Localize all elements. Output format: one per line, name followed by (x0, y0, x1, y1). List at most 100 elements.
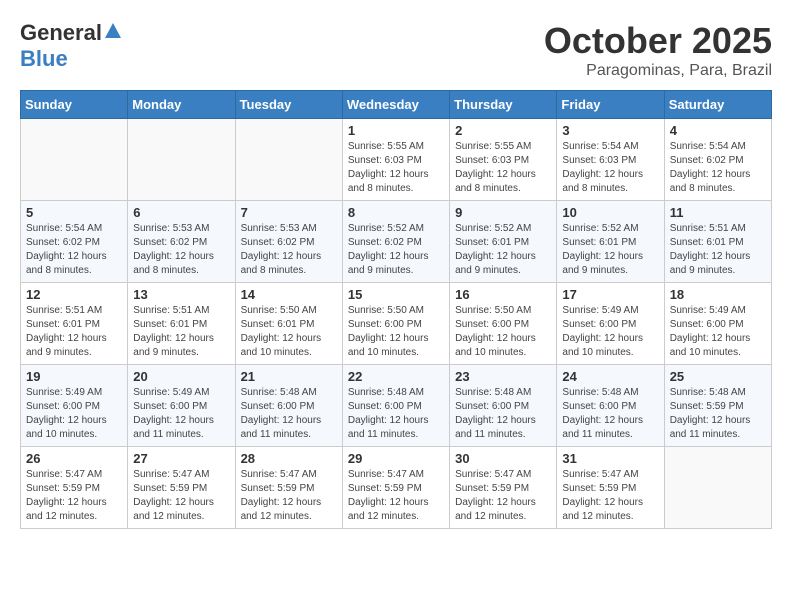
day-info: Sunrise: 5:48 AM Sunset: 6:00 PM Dayligh… (562, 386, 658, 442)
day-cell: 13 Sunrise: 5:51 AM Sunset: 6:01 PM Dayli… (128, 283, 235, 365)
day-number: 18 (670, 287, 766, 302)
day-cell: 1 Sunrise: 5:55 AM Sunset: 6:03 PM Daylig… (342, 119, 449, 201)
day-number: 27 (133, 451, 229, 466)
day-number: 5 (26, 205, 122, 220)
day-cell: 11 Sunrise: 5:51 AM Sunset: 6:01 PM Dayli… (664, 201, 771, 283)
day-info: Sunrise: 5:47 AM Sunset: 5:59 PM Dayligh… (133, 468, 229, 524)
week-row-5: 26Sunrise: 5:47 AM Sunset: 5:59 PM Dayli… (21, 447, 772, 529)
day-info: Sunrise: 5:51 AM Sunset: 6:01 PM Dayligh… (26, 304, 122, 360)
day-number: 14 (241, 287, 337, 302)
header-thursday: Thursday (450, 91, 557, 119)
day-info: Sunrise: 5:47 AM Sunset: 5:59 PM Dayligh… (562, 468, 658, 524)
week-row-1: 1 Sunrise: 5:55 AM Sunset: 6:03 PM Daylig… (21, 119, 772, 201)
day-cell: 17Sunrise: 5:49 AM Sunset: 6:00 PM Dayli… (557, 283, 664, 365)
day-cell: 5Sunrise: 5:54 AM Sunset: 6:02 PM Daylig… (21, 201, 128, 283)
day-info: Sunrise: 5:47 AM Sunset: 5:59 PM Dayligh… (241, 468, 337, 524)
day-number: 20 (133, 369, 229, 384)
day-number: 10 (562, 205, 658, 220)
day-number: 15 (348, 287, 444, 302)
day-info: Sunrise: 5:51 AM Sunset: 6:01 PM Dayligh… (133, 304, 229, 360)
day-info: Sunrise: 5:52 AM Sunset: 6:01 PM Dayligh… (455, 222, 551, 278)
day-number: 7 (241, 205, 337, 220)
day-cell (128, 119, 235, 201)
day-info: Sunrise: 5:54 AM Sunset: 6:02 PM Dayligh… (670, 140, 766, 196)
day-cell: 8 Sunrise: 5:52 AM Sunset: 6:02 PM Daylig… (342, 201, 449, 283)
logo-icon (104, 22, 122, 40)
day-info: Sunrise: 5:49 AM Sunset: 6:00 PM Dayligh… (670, 304, 766, 360)
day-info: Sunrise: 5:53 AM Sunset: 6:02 PM Dayligh… (133, 222, 229, 278)
week-row-4: 19 Sunrise: 5:49 AM Sunset: 6:00 PM Dayli… (21, 365, 772, 447)
header-tuesday: Tuesday (235, 91, 342, 119)
day-info: Sunrise: 5:52 AM Sunset: 6:01 PM Dayligh… (562, 222, 658, 278)
calendar-header-row: SundayMondayTuesdayWednesdayThursdayFrid… (21, 91, 772, 119)
day-cell (664, 447, 771, 529)
day-number: 24 (562, 369, 658, 384)
day-number: 3 (562, 123, 658, 138)
day-number: 1 (348, 123, 444, 138)
day-cell (21, 119, 128, 201)
day-cell: 27 Sunrise: 5:47 AM Sunset: 5:59 PM Dayli… (128, 447, 235, 529)
day-number: 19 (26, 369, 122, 384)
week-row-3: 12 Sunrise: 5:51 AM Sunset: 6:01 PM Dayli… (21, 283, 772, 365)
location-title: Paragominas, Para, Brazil (544, 62, 772, 80)
week-row-2: 5Sunrise: 5:54 AM Sunset: 6:02 PM Daylig… (21, 201, 772, 283)
day-cell: 29Sunrise: 5:47 AM Sunset: 5:59 PM Dayli… (342, 447, 449, 529)
day-number: 4 (670, 123, 766, 138)
day-cell: 18 Sunrise: 5:49 AM Sunset: 6:00 PM Dayli… (664, 283, 771, 365)
day-cell: 30Sunrise: 5:47 AM Sunset: 5:59 PM Dayli… (450, 447, 557, 529)
day-info: Sunrise: 5:54 AM Sunset: 6:03 PM Dayligh… (562, 140, 658, 196)
day-info: Sunrise: 5:47 AM Sunset: 5:59 PM Dayligh… (26, 468, 122, 524)
month-title: October 2025 (544, 20, 772, 62)
header-monday: Monday (128, 91, 235, 119)
day-info: Sunrise: 5:48 AM Sunset: 6:00 PM Dayligh… (241, 386, 337, 442)
logo-blue-text: Blue (20, 46, 68, 72)
day-number: 21 (241, 369, 337, 384)
day-info: Sunrise: 5:55 AM Sunset: 6:03 PM Dayligh… (348, 140, 444, 196)
day-number: 25 (670, 369, 766, 384)
day-cell: 9 Sunrise: 5:52 AM Sunset: 6:01 PM Daylig… (450, 201, 557, 283)
day-info: Sunrise: 5:52 AM Sunset: 6:02 PM Dayligh… (348, 222, 444, 278)
day-cell: 20Sunrise: 5:49 AM Sunset: 6:00 PM Dayli… (128, 365, 235, 447)
day-info: Sunrise: 5:51 AM Sunset: 6:01 PM Dayligh… (670, 222, 766, 278)
day-number: 2 (455, 123, 551, 138)
day-cell: 25Sunrise: 5:48 AM Sunset: 5:59 PM Dayli… (664, 365, 771, 447)
day-info: Sunrise: 5:53 AM Sunset: 6:02 PM Dayligh… (241, 222, 337, 278)
calendar: SundayMondayTuesdayWednesdayThursdayFrid… (20, 90, 772, 529)
day-cell: 2 Sunrise: 5:55 AM Sunset: 6:03 PM Daylig… (450, 119, 557, 201)
day-number: 23 (455, 369, 551, 384)
day-cell: 16Sunrise: 5:50 AM Sunset: 6:00 PM Dayli… (450, 283, 557, 365)
day-number: 22 (348, 369, 444, 384)
day-number: 31 (562, 451, 658, 466)
day-info: Sunrise: 5:50 AM Sunset: 6:01 PM Dayligh… (241, 304, 337, 360)
day-cell: 22Sunrise: 5:48 AM Sunset: 6:00 PM Dayli… (342, 365, 449, 447)
day-info: Sunrise: 5:49 AM Sunset: 6:00 PM Dayligh… (26, 386, 122, 442)
day-info: Sunrise: 5:55 AM Sunset: 6:03 PM Dayligh… (455, 140, 551, 196)
day-number: 12 (26, 287, 122, 302)
day-number: 13 (133, 287, 229, 302)
day-cell: 7 Sunrise: 5:53 AM Sunset: 6:02 PM Daylig… (235, 201, 342, 283)
header: General Blue October 2025 Paragominas, P… (20, 20, 772, 80)
day-number: 11 (670, 205, 766, 220)
title-area: October 2025 Paragominas, Para, Brazil (544, 20, 772, 80)
header-friday: Friday (557, 91, 664, 119)
day-info: Sunrise: 5:48 AM Sunset: 6:00 PM Dayligh… (455, 386, 551, 442)
day-info: Sunrise: 5:50 AM Sunset: 6:00 PM Dayligh… (348, 304, 444, 360)
day-info: Sunrise: 5:49 AM Sunset: 6:00 PM Dayligh… (562, 304, 658, 360)
day-number: 8 (348, 205, 444, 220)
day-cell: 4 Sunrise: 5:54 AM Sunset: 6:02 PM Daylig… (664, 119, 771, 201)
day-number: 6 (133, 205, 229, 220)
day-cell: 12 Sunrise: 5:51 AM Sunset: 6:01 PM Dayli… (21, 283, 128, 365)
day-number: 9 (455, 205, 551, 220)
day-cell: 24 Sunrise: 5:48 AM Sunset: 6:00 PM Dayli… (557, 365, 664, 447)
day-number: 28 (241, 451, 337, 466)
day-cell: 14 Sunrise: 5:50 AM Sunset: 6:01 PM Dayli… (235, 283, 342, 365)
day-info: Sunrise: 5:50 AM Sunset: 6:00 PM Dayligh… (455, 304, 551, 360)
header-saturday: Saturday (664, 91, 771, 119)
logo-general-text: General (20, 20, 102, 46)
day-number: 29 (348, 451, 444, 466)
day-cell: 3 Sunrise: 5:54 AM Sunset: 6:03 PM Daylig… (557, 119, 664, 201)
day-cell: 28 Sunrise: 5:47 AM Sunset: 5:59 PM Dayli… (235, 447, 342, 529)
day-cell: 15 Sunrise: 5:50 AM Sunset: 6:00 PM Dayli… (342, 283, 449, 365)
day-cell: 26Sunrise: 5:47 AM Sunset: 5:59 PM Dayli… (21, 447, 128, 529)
day-cell: 19 Sunrise: 5:49 AM Sunset: 6:00 PM Dayli… (21, 365, 128, 447)
